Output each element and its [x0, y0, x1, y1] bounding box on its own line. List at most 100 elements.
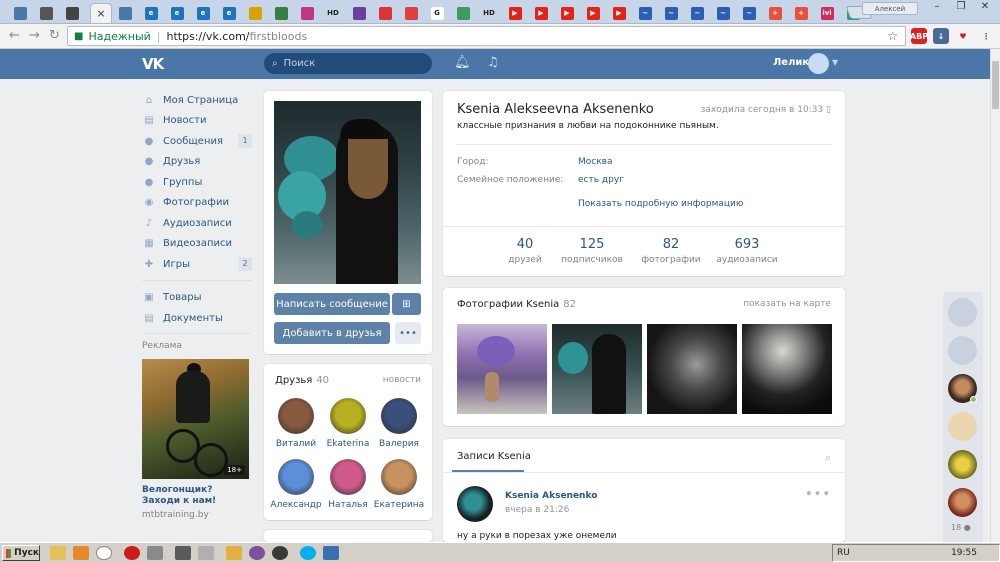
profile-status[interactable]: классные признания в любви на подоконник… [457, 121, 719, 131]
browser-tab[interactable] [347, 3, 371, 23]
sidebar-item[interactable]: ⌂ Моя Страница [142, 90, 252, 111]
friend-name[interactable]: Валерия [372, 439, 426, 449]
browser-tab[interactable] [399, 3, 423, 23]
browser-tab[interactable]: G [425, 3, 449, 23]
folder-icon[interactable] [50, 546, 66, 560]
browser-tab[interactable]: ~ [685, 3, 709, 23]
chat-avatar[interactable] [948, 298, 977, 327]
browser-tab[interactable] [113, 3, 137, 23]
app-icon[interactable] [198, 546, 214, 560]
info-value[interactable]: есть друг [578, 175, 624, 185]
media-icon[interactable] [73, 546, 89, 560]
browser-tab[interactable] [8, 3, 32, 23]
url-bar[interactable]: ■ Надежный | https://vk.com/firstbloods … [67, 26, 906, 46]
browser-tab[interactable]: ▶ [581, 3, 605, 23]
photo-thumbnail[interactable] [742, 324, 832, 414]
browser-tab[interactable]: e [139, 3, 163, 23]
ad-title[interactable]: Велогонщик? Заходи к нам! [142, 485, 252, 507]
menu-icon[interactable]: ⋮ [978, 28, 994, 44]
photos-header[interactable]: Фотографии Ksenia 82 [457, 299, 576, 310]
browser-tab[interactable]: ~ [633, 3, 657, 23]
post-menu-icon[interactable]: ••• [805, 487, 831, 502]
chat-avatar[interactable] [948, 450, 977, 479]
post-author-avatar[interactable] [457, 486, 493, 522]
app-icon[interactable] [323, 546, 339, 560]
search-input[interactable]: ⌕ Поиск [264, 53, 432, 74]
browser-tab[interactable] [373, 3, 397, 23]
browser-tab[interactable] [34, 3, 58, 23]
add-friend-button[interactable]: Добавить в друзья [274, 322, 390, 344]
info-value[interactable]: Москва [578, 157, 612, 167]
opera-icon[interactable] [124, 546, 140, 560]
chat-avatar[interactable] [948, 488, 977, 517]
language-indicator[interactable]: RU [837, 548, 850, 558]
browser-tab[interactable]: + [789, 3, 813, 23]
app-icon[interactable] [272, 546, 288, 560]
profile-photo[interactable] [274, 101, 421, 284]
clock[interactable]: 19:55 [951, 548, 977, 558]
browser-tab[interactable]: ~ [711, 3, 735, 23]
tab-wall-posts[interactable]: Записи Ksenia [457, 451, 531, 462]
browser-tab[interactable]: ▶ [555, 3, 579, 23]
ad-image[interactable]: 18+ [142, 358, 249, 479]
friend-avatar[interactable] [330, 398, 366, 434]
browser-tab[interactable]: ivi [815, 3, 839, 23]
friend-item[interactable]: Александр [269, 459, 323, 510]
browser-tab[interactable] [60, 3, 84, 23]
browser-tab[interactable]: HD [321, 3, 345, 23]
adblock-extension-icon[interactable]: ABP [910, 28, 928, 44]
browser-tab[interactable]: ~ [737, 3, 761, 23]
sidebar-item[interactable]: ● Друзья [142, 152, 252, 173]
friend-item[interactable]: Ekaterina [321, 398, 375, 449]
friend-avatar[interactable] [330, 459, 366, 495]
reload-icon[interactable]: ↻ [49, 29, 60, 43]
browser-tab[interactable]: e [217, 3, 241, 23]
friend-item[interactable]: Екатерина [372, 459, 426, 510]
header-username[interactable]: Лелик [773, 57, 809, 68]
friend-name[interactable]: Екатерина [372, 500, 426, 510]
browser-tab[interactable] [269, 3, 293, 23]
vk-logo[interactable]: VK [142, 55, 164, 73]
friend-name[interactable]: Ekaterina [321, 439, 375, 449]
post-author[interactable]: Ksenia Aksenenko [505, 491, 597, 501]
close-window-icon[interactable]: ✕ [974, 0, 996, 15]
browser-tab[interactable] [243, 3, 267, 23]
show-more-link[interactable]: Показать подробную информацию [578, 199, 743, 209]
chevron-down-icon[interactable]: ▼ [832, 58, 838, 67]
chrome-icon[interactable] [96, 546, 112, 560]
profile-name[interactable]: Алексей [862, 2, 918, 15]
friend-avatar[interactable] [381, 459, 417, 495]
friend-name[interactable]: Наталья [321, 500, 375, 510]
sidebar-item[interactable]: ◉ Фотографии [142, 193, 252, 214]
close-icon[interactable]: × [96, 7, 105, 20]
search-icon[interactable]: ⌕ [825, 451, 831, 465]
viber-icon[interactable] [249, 546, 265, 560]
app-icon[interactable] [147, 546, 163, 560]
friends-news-link[interactable]: новости [383, 375, 421, 385]
profile-stat[interactable]: 125 подписчиков [552, 237, 632, 265]
bookmark-star-icon[interactable]: ☆ [887, 29, 898, 43]
photo-thumbnail[interactable] [647, 324, 737, 414]
friend-name[interactable]: Виталий [269, 439, 323, 449]
sidebar-item[interactable]: ▣ Товары [142, 288, 252, 309]
friend-avatar[interactable] [278, 459, 314, 495]
bell-icon[interactable]: 🔔︎ [454, 55, 471, 70]
profile-stat[interactable]: 693 аудиозаписи [707, 237, 787, 265]
chat-online-count[interactable]: 18 ● [951, 523, 971, 532]
chat-avatar[interactable] [948, 336, 977, 365]
post-date[interactable]: вчера в 21:26 [505, 505, 569, 515]
maximize-icon[interactable]: ❐ [950, 0, 972, 15]
friends-header[interactable]: Друзья 40 [275, 375, 329, 386]
browser-tab[interactable]: ▶ [529, 3, 553, 23]
send-message-button[interactable]: Написать сообщение [274, 293, 390, 315]
forward-icon[interactable]: → [29, 29, 40, 43]
browser-tab[interactable] [295, 3, 319, 23]
skype-icon[interactable] [300, 546, 316, 560]
header-avatar[interactable] [808, 53, 829, 74]
browser-tab[interactable]: + [763, 3, 787, 23]
sidebar-item[interactable]: ● Сообщения 1 [142, 131, 252, 152]
browser-tab[interactable]: ▶ [607, 3, 631, 23]
profile-stat[interactable]: 82 фотографии [631, 237, 711, 265]
friend-avatar[interactable] [278, 398, 314, 434]
browser-tab[interactable]: ~ [659, 3, 683, 23]
